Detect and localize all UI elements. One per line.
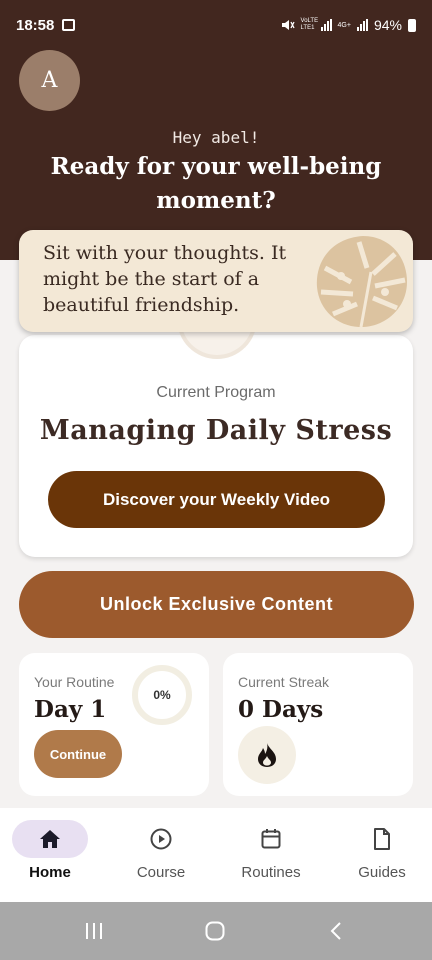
streak-value: 0 Days	[238, 696, 324, 723]
program-title: Managing Daily Stress	[39, 415, 393, 446]
recent-apps-button[interactable]	[64, 902, 124, 960]
nav-guides[interactable]: Guides	[332, 820, 432, 881]
monstera-leaf-icon	[316, 236, 407, 328]
program-card: Current Program Managing Daily Stress Di…	[19, 315, 413, 557]
nav-home-label: Home	[29, 864, 71, 881]
weekly-video-button[interactable]: Discover your Weekly Video	[48, 471, 385, 528]
back-icon	[330, 922, 341, 940]
nav-course[interactable]: Course	[111, 820, 211, 881]
status-icons: VoLTE LTE1 4G+ 94%	[281, 17, 416, 33]
nav-course-label: Course	[136, 864, 186, 881]
back-button[interactable]	[306, 902, 366, 960]
signal-icon	[320, 19, 332, 31]
document-icon	[374, 828, 390, 850]
calendar-icon	[261, 829, 281, 849]
headline: Ready for your well-being moment?	[50, 153, 382, 214]
bottom-nav: Home Course Routines Guides	[0, 808, 432, 902]
home-icon	[40, 830, 60, 848]
status-time: 18:58	[16, 16, 55, 34]
nav-routines[interactable]: Routines	[221, 820, 321, 881]
mute-icon	[281, 20, 295, 30]
signal-icon-2	[356, 19, 368, 31]
routine-label: Your Routine	[34, 674, 115, 690]
nav-routines-label: Routines	[241, 864, 301, 881]
recent-apps-icon	[86, 923, 102, 939]
nav-guides-label: Guides	[358, 864, 406, 881]
home-circle-icon	[205, 921, 225, 941]
network-label: VoLTE LTE1	[300, 18, 319, 31]
routine-progress: 0%	[153, 688, 171, 702]
battery-percent: 94%	[373, 17, 402, 33]
program-label: Current Program	[156, 384, 276, 401]
status-bar: 18:58 VoLTE LTE1 4G+ 94%	[0, 0, 432, 50]
gallery-notification-icon	[62, 19, 76, 31]
avatar[interactable]: A	[19, 50, 80, 111]
routine-day: Day 1	[34, 696, 107, 723]
system-nav-bar	[0, 902, 432, 960]
routine-card: Your Routine Day 1 0% Continue	[19, 653, 209, 796]
nav-home[interactable]: Home	[0, 820, 100, 881]
network-label-2: 4G+	[337, 21, 351, 29]
routine-progress-ring: 0%	[132, 665, 192, 725]
play-circle-icon	[150, 828, 172, 850]
unlock-content-button[interactable]: Unlock Exclusive Content	[19, 571, 414, 638]
continue-button[interactable]: Continue	[34, 730, 122, 778]
home-system-button[interactable]	[185, 902, 245, 960]
battery-icon	[408, 18, 416, 32]
header: A Hey abel! Ready for your well-being mo…	[0, 50, 432, 260]
quote-card: Sit with your thoughts. It might be the …	[19, 230, 413, 332]
streak-label: Current Streak	[238, 674, 330, 690]
streak-card: Current Streak 0 Days	[223, 653, 413, 796]
fire-icon	[238, 726, 296, 784]
greeting: Hey abel!	[172, 128, 260, 147]
quote-text: Sit with your thoughts. It might be the …	[43, 242, 287, 316]
